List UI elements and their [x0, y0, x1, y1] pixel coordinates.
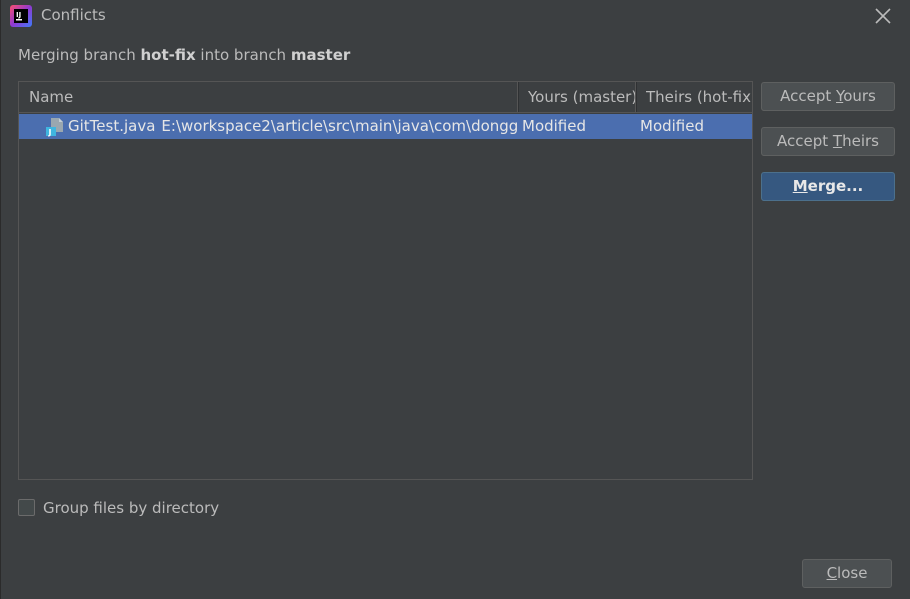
table-header: Name Yours (master) Theirs (hot-fix) — [19, 82, 752, 113]
conflicts-table[interactable]: Name Yours (master) Theirs (hot-fix) J G… — [18, 81, 753, 480]
theirs-status: Modified — [640, 117, 705, 135]
column-header-yours[interactable]: Yours (master) — [528, 82, 636, 112]
accept-yours-label-rest: ours — [843, 87, 876, 105]
merge-mnemonic: M — [792, 177, 808, 195]
merge-button[interactable]: Merge... — [761, 172, 895, 201]
column-header-theirs[interactable]: Theirs (hot-fix) — [646, 82, 752, 112]
title-bar: IJ Conflicts — [1, 0, 910, 32]
group-by-directory-checkbox[interactable] — [18, 499, 35, 516]
accept-theirs-label: Accept — [777, 132, 833, 150]
yours-status: Modified — [522, 117, 587, 135]
merge-description: Merging branch hot-fix into branch maste… — [18, 46, 350, 64]
column-divider[interactable] — [635, 82, 637, 112]
group-by-directory-label[interactable]: Group files by directory — [43, 497, 219, 519]
column-divider[interactable] — [517, 82, 519, 112]
close-mnemonic: C — [826, 564, 838, 582]
accept-theirs-label-rest: heirs — [842, 132, 879, 150]
java-file-icon: J — [46, 118, 63, 137]
column-header-name[interactable]: Name — [29, 82, 517, 112]
svg-text:J: J — [48, 128, 52, 137]
file-cell: GitTest.java E:\workspace2\article\src\ma… — [68, 114, 519, 139]
accept-yours-button[interactable]: Accept Yours — [761, 82, 895, 111]
target-branch: master — [290, 46, 351, 64]
accept-theirs-button[interactable]: Accept Theirs — [761, 127, 895, 156]
merge-description-prefix: Merging branch — [18, 46, 141, 64]
merge-label: erge... — [807, 177, 864, 195]
close-icon[interactable] — [873, 6, 893, 26]
conflicts-dialog: IJ Conflicts Merging branch hot-fix into… — [0, 0, 910, 599]
source-branch: hot-fix — [140, 46, 196, 64]
intellij-idea-icon: IJ — [10, 5, 32, 27]
close-button[interactable]: Close — [802, 559, 892, 588]
accept-theirs-mnemonic: T — [832, 132, 843, 150]
merge-description-middle: into branch — [195, 46, 291, 64]
accept-yours-label: Accept — [780, 87, 837, 105]
file-name: GitTest.java — [68, 117, 156, 135]
window-title: Conflicts — [41, 6, 106, 24]
svg-text:IJ: IJ — [16, 11, 21, 19]
close-label: lose — [837, 564, 868, 582]
file-path: E:\workspace2\article\src\main\java\com\… — [161, 117, 519, 135]
table-row[interactable]: J GitTest.java E:\workspace2\article\src\… — [19, 114, 752, 139]
